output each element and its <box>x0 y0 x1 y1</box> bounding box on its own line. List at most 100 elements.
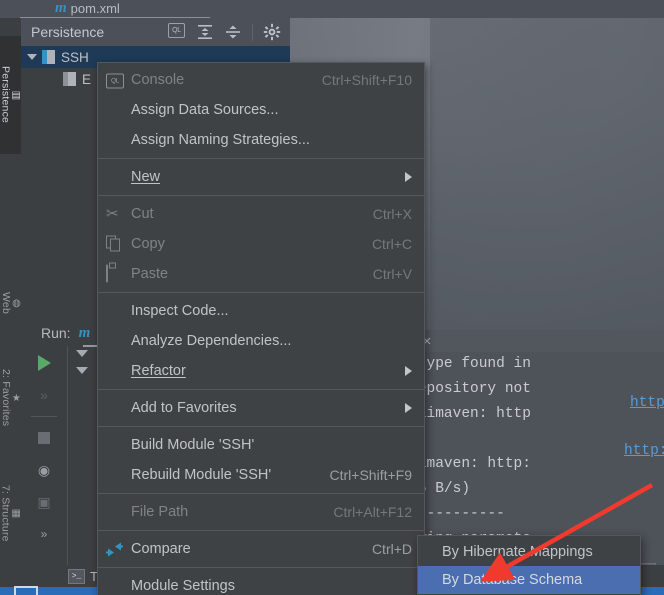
rerun-button[interactable] <box>33 352 55 374</box>
structure-icon: ▦ <box>11 507 21 519</box>
menu-item-build-module[interactable]: Build Module 'SSH' <box>98 430 424 460</box>
sidebar-item-structure-label: 7: Structure <box>0 484 12 542</box>
menu-item-analyze-dependencies[interactable]: Analyze Dependencies... <box>98 326 424 356</box>
menu-separator <box>98 493 424 494</box>
menu-item-rebuild-module[interactable]: Rebuild Module 'SSH' Ctrl+Shift+F9 <box>98 460 424 490</box>
menu-separator <box>98 158 424 159</box>
menu-item-analyze-dependencies-label: Analyze Dependencies... <box>131 333 292 349</box>
eye-icon: ◉ <box>37 461 51 478</box>
chevron-down-icon[interactable] <box>27 54 37 60</box>
entity-icon <box>63 72 76 86</box>
menu-item-console-label: Console <box>131 72 185 88</box>
toolbar-divider <box>252 23 253 41</box>
submenu-item-by-hibernate-mappings[interactable]: By Hibernate Mappings <box>418 538 640 566</box>
editor-tab-strip: m pom.xml <box>0 0 664 19</box>
run-gutter-toolbar: » ◉ ▣ » <box>21 346 68 565</box>
module-icon <box>42 50 55 64</box>
menu-item-copy[interactable]: Copy Ctrl+C <box>98 229 424 259</box>
left-tool-stripe: ▤ Persistence ◍ Web ★ 2: Favorites ▦ 7: … <box>0 18 22 595</box>
generate-persistence-mapping-submenu: By Hibernate Mappings By Database Schema <box>417 535 641 595</box>
menu-item-copy-accel: Ctrl+C <box>371 236 412 252</box>
sidebar-item-favorites[interactable]: ★ 2: Favorites <box>0 348 21 448</box>
print-button[interactable]: ▣ <box>33 491 55 513</box>
menu-item-console[interactable]: QL Console Ctrl+Shift+F10 <box>98 65 424 95</box>
run-title: Run: <box>41 325 71 341</box>
copy-icon <box>106 235 123 253</box>
menu-item-cut-label: Cut <box>131 206 154 222</box>
menu-item-compare-label: Compare <box>131 541 191 557</box>
ql-icon: QL <box>168 23 185 38</box>
sidebar-item-persistence-label: Persistence <box>0 66 12 124</box>
menu-separator <box>98 530 424 531</box>
sidebar-item-favorites-label: 2: Favorites <box>0 369 12 427</box>
menu-item-paste-accel: Ctrl+V <box>372 266 412 282</box>
settings-gear-button[interactable] <box>263 23 281 41</box>
stop-button[interactable] <box>33 427 55 449</box>
collapse-all-icon <box>226 25 240 39</box>
collapse-all-button[interactable] <box>224 23 242 41</box>
menu-item-cut[interactable]: ✂ Cut Ctrl+X <box>98 199 424 229</box>
scroll-down-icon[interactable] <box>76 350 88 357</box>
persistence-icon: ▤ <box>11 89 21 101</box>
menu-item-refactor[interactable]: Refactor <box>98 356 424 386</box>
submenu-item-by-hibernate-mappings-label: By Hibernate Mappings <box>442 544 593 560</box>
menu-item-assign-data-sources-label: Assign Data Sources... <box>131 102 279 118</box>
menu-item-rebuild-module-accel: Ctrl+Shift+F9 <box>329 467 412 483</box>
chevron-right-icon <box>405 403 412 413</box>
run-config-icon: m <box>78 324 91 341</box>
menu-item-assign-data-sources[interactable]: Assign Data Sources... <box>98 95 424 125</box>
editor-backdrop-veil <box>430 0 664 350</box>
persistence-header: Persistence QL <box>21 18 290 47</box>
editor-tab-label: pom.xml <box>70 0 120 16</box>
menu-item-new[interactable]: New <box>98 162 424 192</box>
compare-icon <box>106 541 123 558</box>
menu-item-paste-label: Paste <box>131 266 169 282</box>
menu-item-copy-label: Copy <box>131 236 165 252</box>
menu-item-paste[interactable]: Paste Ctrl+V <box>98 259 424 289</box>
menu-item-file-path[interactable]: File Path Ctrl+Alt+F12 <box>98 497 424 527</box>
more-button[interactable]: » <box>33 523 55 545</box>
menu-item-new-label: New <box>131 169 161 185</box>
sidebar-item-structure[interactable]: ▦ 7: Structure <box>0 458 21 568</box>
taskbar-app-icon[interactable] <box>14 586 38 595</box>
expand-all-button[interactable] <box>196 23 214 41</box>
submenu-item-by-database-schema[interactable]: By Database Schema <box>418 566 640 594</box>
persistence-toolbar: QL <box>168 23 290 41</box>
toggle-visibility-button[interactable]: ◉ <box>33 459 55 481</box>
menu-separator <box>98 389 424 390</box>
paste-icon <box>106 264 123 283</box>
sidebar-item-persistence[interactable]: ▤ Persistence <box>0 36 21 154</box>
console-url-fragment-2[interactable]: http: <box>624 443 664 460</box>
menu-item-compare-accel: Ctrl+D <box>371 541 412 557</box>
menu-separator <box>98 426 424 427</box>
menu-item-module-settings[interactable]: Module Settings <box>98 571 424 595</box>
stop-icon <box>38 432 50 444</box>
scissors-icon: ✂ <box>106 205 119 223</box>
chevron-right-icon <box>405 172 412 182</box>
menu-separator <box>98 292 424 293</box>
menu-separator <box>98 567 424 568</box>
menu-item-add-to-favorites-label: Add to Favorites <box>131 400 237 416</box>
sidebar-item-web-label: Web <box>0 292 13 314</box>
menu-item-file-path-accel: Ctrl+Alt+F12 <box>333 504 412 520</box>
terminal-icon: >_ <box>68 568 85 584</box>
submenu-item-by-database-schema-label: By Database Schema <box>442 572 583 588</box>
menu-item-assign-naming-strategies[interactable]: Assign Naming Strategies... <box>98 125 424 155</box>
console-url-fragment-1[interactable]: http <box>630 395 664 412</box>
editor-tab-pom-xml[interactable]: m pom.xml <box>55 0 120 17</box>
console-ql-button[interactable]: QL <box>168 23 186 41</box>
rerun-failed-button[interactable]: » <box>33 384 55 406</box>
scroll-down-icon-2[interactable] <box>76 367 88 374</box>
menu-item-compare[interactable]: Compare Ctrl+D <box>98 534 424 564</box>
menu-item-assign-naming-strategies-label: Assign Naming Strategies... <box>131 132 310 148</box>
run-nav-controls <box>76 350 88 374</box>
menu-separator <box>98 195 424 196</box>
gutter-divider <box>31 416 57 417</box>
menu-item-module-settings-label: Module Settings <box>131 578 235 594</box>
sidebar-item-web[interactable]: ◍ Web <box>0 268 21 338</box>
menu-item-add-to-favorites[interactable]: Add to Favorites <box>98 393 424 423</box>
menu-item-inspect-code[interactable]: Inspect Code... <box>98 296 424 326</box>
ql-icon: QL <box>106 72 124 89</box>
tree-node-e-label: E <box>82 71 92 87</box>
menu-item-console-accel: Ctrl+Shift+F10 <box>321 72 412 88</box>
